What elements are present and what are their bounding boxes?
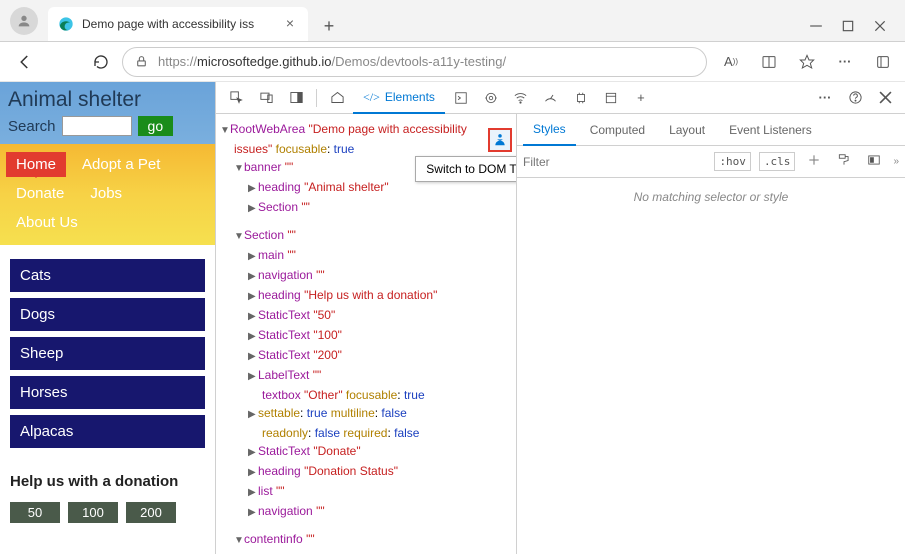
help-icon[interactable] (841, 84, 869, 112)
browser-tab[interactable]: Demo page with accessibility iss × (48, 7, 308, 41)
maximize-icon[interactable] (841, 19, 855, 33)
more-tabs-icon[interactable]: + (627, 84, 655, 112)
donation-section: Help us with a donation 50 100 200 (0, 468, 215, 527)
minimize-icon[interactable] (809, 19, 823, 33)
category-dogs[interactable]: Dogs (10, 298, 205, 331)
devtools: </>Elements + ··· Switch to DOM Tree vie… (215, 82, 905, 554)
page-header: Animal shelter Search go (0, 82, 215, 144)
devtools-menu-icon[interactable]: ··· (811, 84, 839, 112)
cls-toggle[interactable]: .cls (759, 152, 796, 171)
tab-computed[interactable]: Computed (580, 114, 655, 146)
new-rule-icon[interactable] (803, 151, 825, 172)
device-icon[interactable] (252, 84, 280, 112)
url-text: https://microsoftedge.github.io/Demos/de… (158, 54, 694, 69)
refresh-button[interactable] (84, 45, 118, 79)
flexbox-icon[interactable] (863, 151, 885, 172)
new-tab-button[interactable]: + (314, 11, 344, 41)
read-aloud-icon[interactable]: A)) (717, 48, 745, 76)
devtools-toolbar: </>Elements + ··· (216, 82, 905, 114)
go-button[interactable]: go (138, 116, 174, 136)
favorite-icon[interactable] (793, 48, 821, 76)
dom-tree-tooltip: Switch to DOM Tree view (415, 156, 516, 182)
nav-donate[interactable]: Donate (6, 181, 74, 206)
network-icon[interactable] (507, 84, 535, 112)
console-icon[interactable] (447, 84, 475, 112)
amount-100[interactable]: 100 (68, 502, 118, 523)
inspect-icon[interactable] (222, 84, 250, 112)
devtools-close-icon[interactable] (871, 84, 899, 112)
performance-icon[interactable] (537, 84, 565, 112)
address-bar: https://microsoftedge.github.io/Demos/de… (0, 42, 905, 82)
category-alpacas[interactable]: Alpacas (10, 415, 205, 448)
tab-elements[interactable]: </>Elements (353, 82, 445, 114)
tab-close-icon[interactable]: × (282, 16, 298, 32)
tab-title: Demo page with accessibility iss (82, 17, 282, 31)
styles-pane: Styles Computed Layout Event Listeners :… (516, 114, 905, 554)
styles-filter[interactable] (523, 155, 573, 169)
nav-about[interactable]: About Us (6, 210, 88, 235)
copilot-icon[interactable] (869, 48, 897, 76)
welcome-icon[interactable] (323, 84, 351, 112)
category-sheep[interactable]: Sheep (10, 337, 205, 370)
application-icon[interactable] (597, 84, 625, 112)
search-label: Search (8, 118, 56, 135)
dom-tree-toggle[interactable] (488, 128, 512, 152)
tab-styles[interactable]: Styles (523, 114, 576, 146)
back-button[interactable] (8, 45, 42, 79)
window-controls (809, 19, 905, 41)
sources-icon[interactable] (477, 84, 505, 112)
nav-jobs[interactable]: Jobs (80, 181, 132, 206)
page-content: Animal shelter Search go Home Adopt a Pe… (0, 82, 215, 554)
menu-icon[interactable]: ··· (831, 48, 859, 76)
hov-toggle[interactable]: :hov (714, 152, 751, 171)
lock-icon (135, 55, 148, 68)
titlebar: Demo page with accessibility iss × + (0, 0, 905, 42)
category-cats[interactable]: Cats (10, 259, 205, 292)
url-input[interactable]: https://microsoftedge.github.io/Demos/de… (122, 47, 707, 77)
tab-event-listeners[interactable]: Event Listeners (719, 114, 822, 146)
page-nav: Home Adopt a Pet Donate Jobs About Us (0, 144, 215, 245)
category-list: Cats Dogs Sheep Horses Alpacas (0, 245, 215, 468)
donation-heading: Help us with a donation (10, 472, 205, 492)
close-icon[interactable] (873, 19, 887, 33)
amount-200[interactable]: 200 (126, 502, 176, 523)
accessibility-tree[interactable]: Switch to DOM Tree view ▼RootWebArea "De… (216, 114, 516, 554)
page-title: Animal shelter (8, 88, 207, 112)
tab-layout[interactable]: Layout (659, 114, 715, 146)
edge-icon (58, 16, 74, 32)
styles-more-icon[interactable]: » (893, 156, 899, 167)
nav-adopt[interactable]: Adopt a Pet (72, 152, 170, 177)
category-horses[interactable]: Horses (10, 376, 205, 409)
forward-button (46, 45, 80, 79)
dock-icon[interactable] (282, 84, 310, 112)
profile-icon[interactable] (10, 7, 38, 35)
memory-icon[interactable] (567, 84, 595, 112)
reader-icon[interactable] (755, 48, 783, 76)
styles-empty-message: No matching selector or style (517, 178, 905, 216)
amount-50[interactable]: 50 (10, 502, 60, 523)
paint-icon[interactable] (833, 151, 855, 172)
search-input[interactable] (62, 116, 132, 136)
nav-home[interactable]: Home (6, 152, 66, 177)
